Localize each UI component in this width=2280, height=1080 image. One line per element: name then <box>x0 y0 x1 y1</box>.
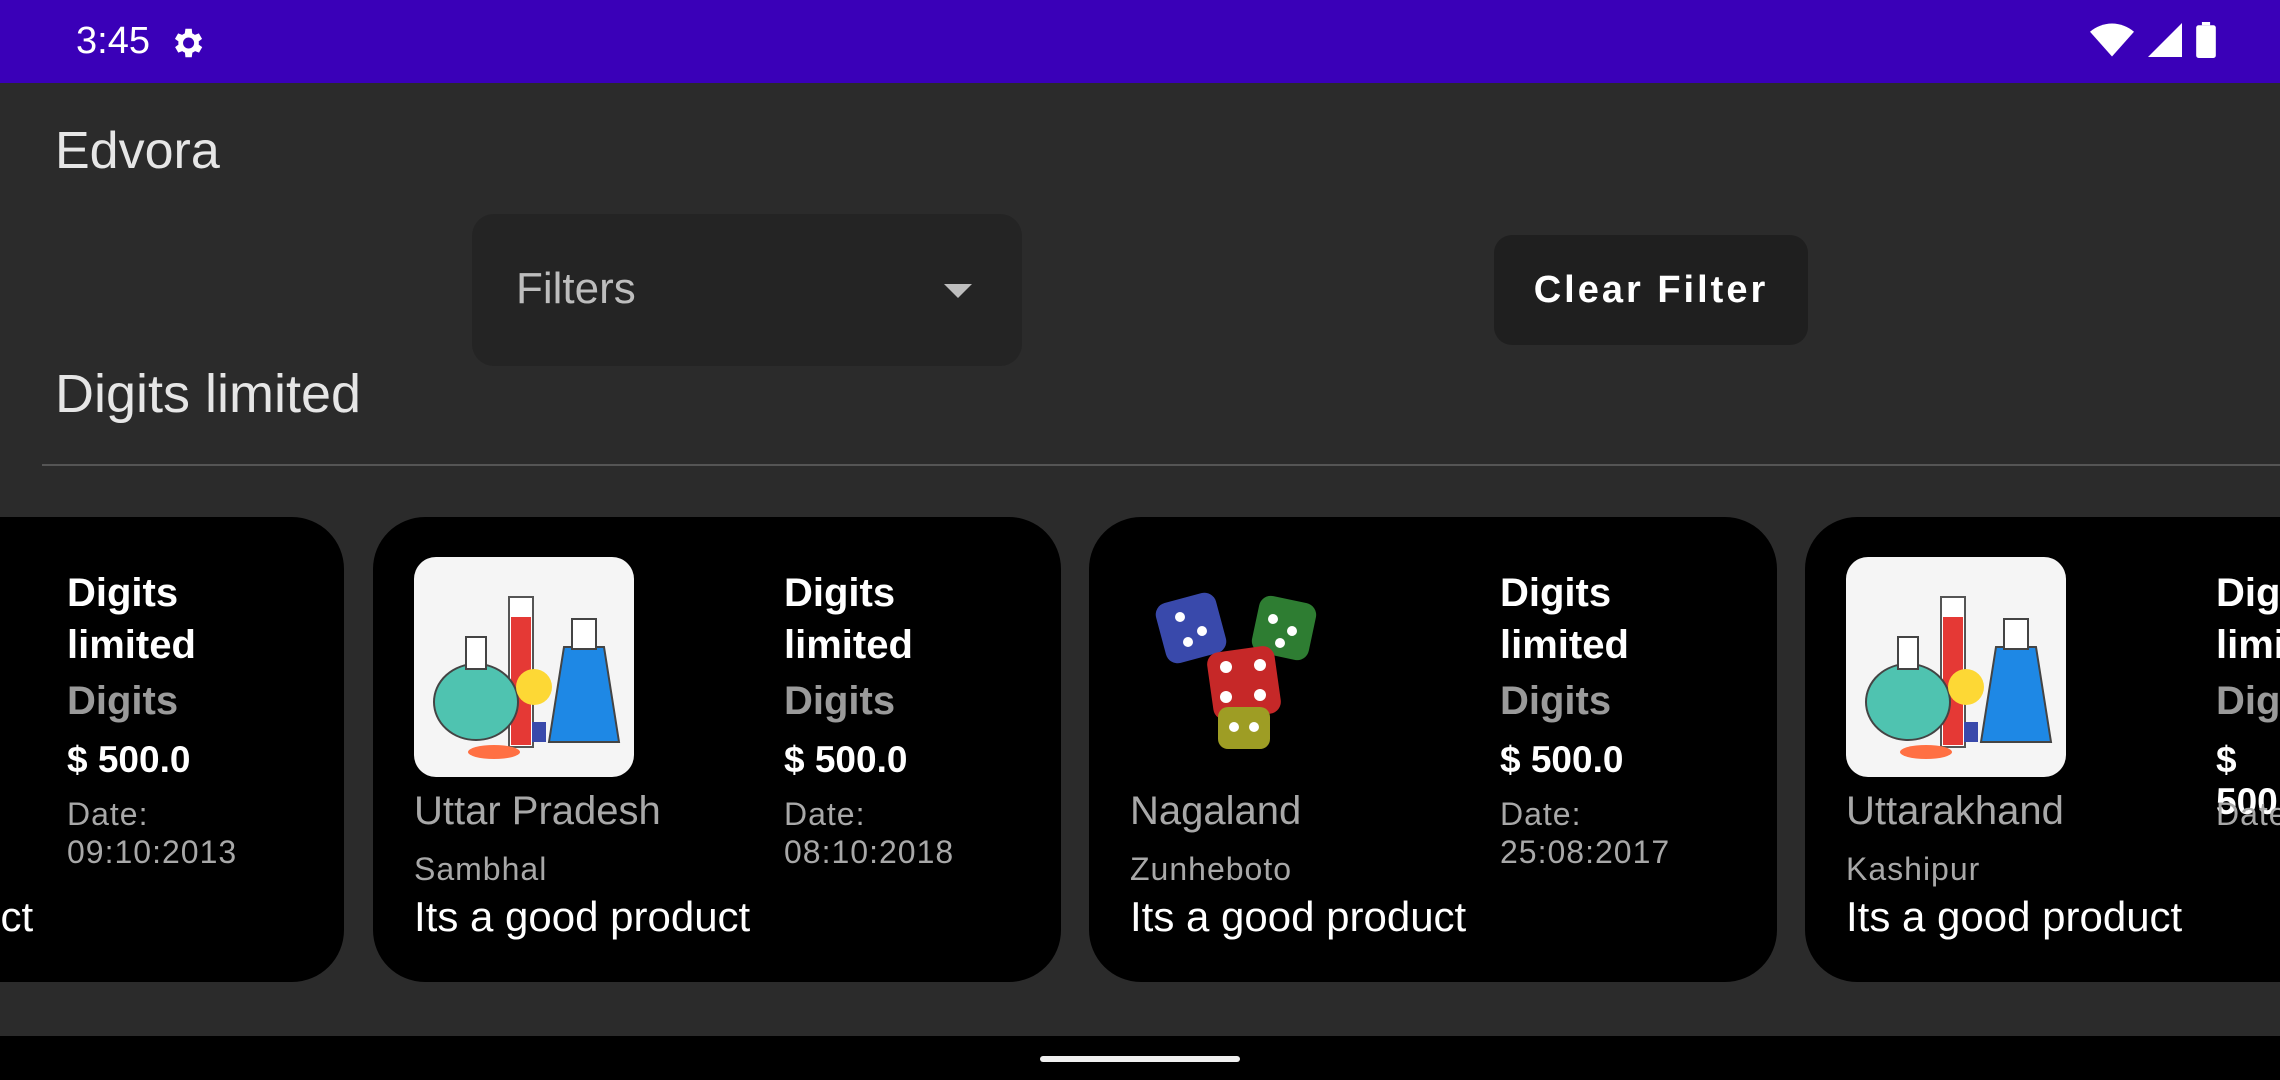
wifi-icon <box>2090 23 2134 57</box>
product-image <box>414 557 634 777</box>
status-icons <box>2090 22 2216 58</box>
card-city: Sambhal <box>414 851 548 887</box>
filters-dropdown[interactable]: Filters <box>472 214 1022 366</box>
battery-icon <box>2196 22 2216 58</box>
card-description: Its a good product <box>1846 893 2183 940</box>
card-state: Uttar Pradesh <box>414 789 661 833</box>
card-date: Date: 04:1 <box>2216 796 2280 832</box>
card-brand: Digits <box>67 679 179 723</box>
section-title: Digits limited <box>55 364 362 424</box>
product-card[interactable]: Digits limited Digits $ 500.0 Date: 25:0… <box>1089 517 1777 982</box>
filters-label: Filters <box>516 264 636 313</box>
card-price: $ 500.0 <box>67 739 191 780</box>
card-date: Date: 09:10:2013 <box>67 796 238 870</box>
card-city: Zunheboto <box>1130 851 1293 887</box>
app-title: Edvora <box>55 122 220 180</box>
product-image <box>1846 557 2066 777</box>
card-description: Its a good product <box>414 893 751 940</box>
card-description: Its a good product <box>0 893 34 940</box>
status-bar: 3:45 <box>0 0 2280 83</box>
chevron-down-icon <box>944 284 972 298</box>
card-description: Its a good product <box>1130 893 1467 940</box>
product-card[interactable]: Digits limited Digits $ 500.0 Date: 09:1… <box>0 517 344 982</box>
card-title: Digits limited <box>2216 571 2280 667</box>
card-title: Digits limited <box>784 571 913 667</box>
clear-filter-button[interactable]: Clear Filter <box>1494 235 1808 345</box>
card-brand: Digits <box>784 679 896 723</box>
settings-gear-icon <box>174 28 203 58</box>
home-gesture-handle[interactable] <box>1040 1056 1240 1062</box>
card-state: Uttarakhand <box>1846 789 2064 833</box>
product-image <box>1130 557 1350 777</box>
card-city: Kashipur <box>1846 851 1981 887</box>
card-title: Digits limited <box>1500 571 1629 667</box>
card-price: $ 500.0 <box>1500 739 1624 780</box>
card-brand: Digits <box>1500 679 1612 723</box>
cellular-signal-icon <box>2148 23 2182 57</box>
lab-flasks-icon <box>1865 596 2053 759</box>
card-date: Date: 25:08:2017 <box>1500 796 1671 870</box>
status-time: 3:45 <box>76 20 150 62</box>
card-date: Date: 08:10:2018 <box>784 796 955 870</box>
product-card[interactable]: Digits limited Digits $ 500.0 Date: 04:1… <box>1805 517 2280 982</box>
dice-icon <box>1155 592 1317 749</box>
navigation-bar <box>0 1036 2280 1080</box>
card-state: Nagaland <box>1130 789 1302 833</box>
product-card[interactable]: Digits limited Digits $ 500.0 Date: 08:1… <box>373 517 1061 982</box>
card-brand: Digits <box>2216 679 2280 723</box>
app-content: Edvora Filters Clear Filter Digits limit… <box>0 83 2280 1036</box>
lab-flasks-icon <box>433 596 621 759</box>
card-price: $ 500.0 <box>784 739 908 780</box>
card-title: Digits limited <box>67 571 196 667</box>
divider <box>42 464 2280 466</box>
